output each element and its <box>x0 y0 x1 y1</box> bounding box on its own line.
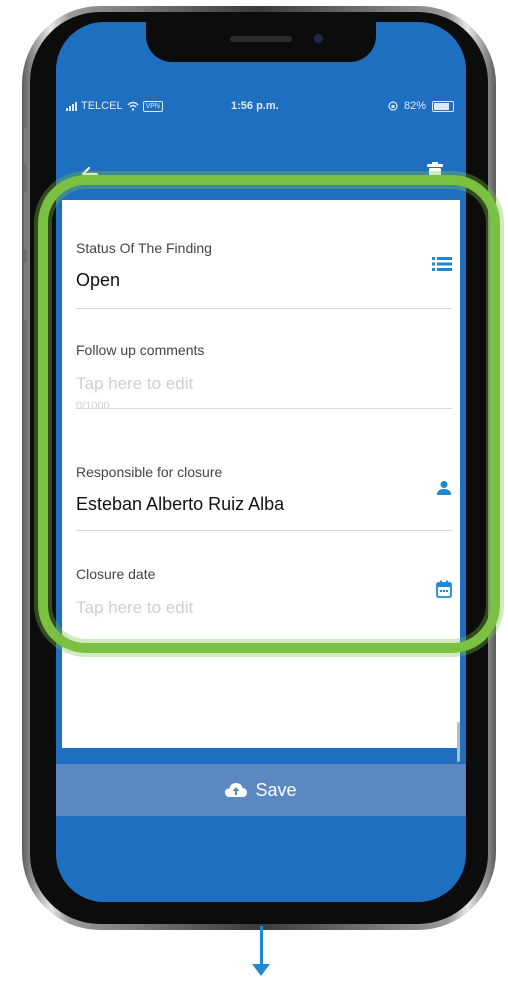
arrow-left-icon[interactable] <box>80 164 100 184</box>
app-bar <box>56 146 466 196</box>
status-bar: TELCEL VPN 1:56 p.m. 82% <box>56 100 466 120</box>
save-button[interactable]: Save <box>56 764 466 816</box>
closure-date-field[interactable]: Closure date Tap here to edit <box>76 566 452 636</box>
comments-counter: 0/1000 <box>76 400 110 412</box>
responsible-underline <box>76 530 452 531</box>
cloud-upload-icon <box>225 783 248 797</box>
status-value: Open <box>76 270 121 290</box>
front-camera <box>314 34 323 43</box>
volume-up-button <box>24 192 28 250</box>
down-arrow-line <box>260 926 263 968</box>
power-button <box>492 214 496 300</box>
signal-icon <box>66 101 77 111</box>
responsible-value: Esteban Alberto Ruiz Alba <box>76 494 285 514</box>
vpn-badge: VPN <box>142 100 163 112</box>
status-time: 1:56 p.m. <box>231 100 279 112</box>
comments-placeholder: Tap here to edit <box>76 374 194 393</box>
responsible-label: Responsible for closure <box>76 464 223 480</box>
closure-date-label: Closure date <box>76 566 156 582</box>
form-content: Status Of The Finding Open Follow up com… <box>62 200 460 748</box>
volume-down-button <box>24 262 28 320</box>
carrier-label: TELCEL <box>81 100 123 112</box>
battery-icon <box>432 100 454 112</box>
calendar-icon[interactable] <box>436 580 452 598</box>
status-label: Status Of The Finding <box>76 240 212 256</box>
speaker-grille <box>230 36 292 42</box>
silent-switch <box>24 128 28 164</box>
phone-screen: TELCEL VPN 1:56 p.m. 82% Status Of The F… <box>56 22 466 902</box>
status-right: 82% <box>388 100 454 112</box>
list-icon[interactable] <box>432 256 452 272</box>
comments-label: Follow up comments <box>76 342 205 358</box>
person-icon[interactable] <box>436 480 452 496</box>
responsible-field[interactable]: Responsible for closure Esteban Alberto … <box>76 464 452 534</box>
orientation-lock-icon <box>388 101 398 111</box>
save-label: Save <box>255 779 297 800</box>
wifi-icon <box>127 101 139 111</box>
comments-field[interactable]: Follow up comments Tap here to edit 0/10… <box>76 342 452 432</box>
status-left: TELCEL VPN <box>66 100 163 112</box>
closure-date-placeholder: Tap here to edit <box>76 598 194 617</box>
down-arrow-icon <box>252 964 270 976</box>
status-field[interactable]: Status Of The Finding Open <box>76 240 452 310</box>
battery-percent: 82% <box>403 100 426 112</box>
status-underline <box>76 308 452 309</box>
phone-notch <box>146 22 376 62</box>
comments-underline <box>76 408 452 409</box>
trash-icon[interactable] <box>426 162 444 184</box>
scrollbar[interactable] <box>457 722 460 762</box>
